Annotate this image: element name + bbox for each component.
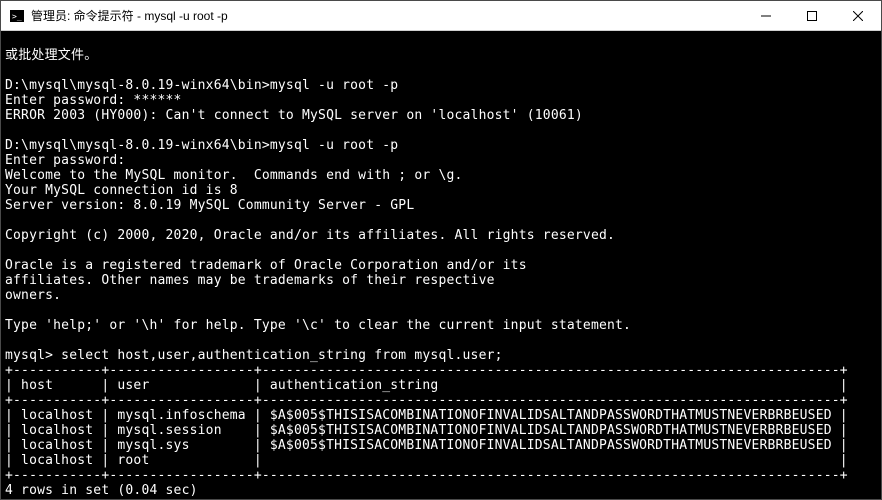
output-line: affiliates. Other names may be trademark… bbox=[5, 273, 495, 288]
output-line: Enter password: ****** bbox=[5, 93, 182, 108]
output-line: Enter password: bbox=[5, 153, 125, 168]
table-border: +-----------+------------------+--------… bbox=[5, 468, 848, 483]
table-row: | localhost | mysql.session | $A$005$THI… bbox=[5, 423, 848, 438]
cmd-window: >_ 管理员: 命令提示符 - mysql -u root -p 或批处理文件。… bbox=[0, 0, 882, 500]
rows-summary: 4 rows in set (0.04 sec) bbox=[5, 483, 198, 498]
output-line: Server version: 8.0.19 MySQL Community S… bbox=[5, 198, 414, 213]
table-border: +-----------+------------------+--------… bbox=[5, 393, 848, 408]
window-title: 管理员: 命令提示符 - mysql -u root -p bbox=[31, 7, 228, 24]
output-line: ERROR 2003 (HY000): Can't connect to MyS… bbox=[5, 108, 583, 123]
close-button[interactable] bbox=[835, 1, 881, 31]
query-line: mysql> select host,user,authentication_s… bbox=[5, 348, 503, 363]
table-border: +-----------+------------------+--------… bbox=[5, 363, 848, 378]
output-line: D:\mysql\mysql-8.0.19-winx64\bin>mysql -… bbox=[5, 138, 398, 153]
output-line: Welcome to the MySQL monitor. Commands e… bbox=[5, 168, 463, 183]
table-row: | localhost | mysql.infoschema | $A$005$… bbox=[5, 408, 848, 423]
table-header: | host | user | authentication_string | bbox=[5, 378, 848, 393]
terminal-output[interactable]: 或批处理文件。 D:\mysql\mysql-8.0.19-winx64\bin… bbox=[1, 31, 881, 499]
svg-text:>_: >_ bbox=[12, 12, 22, 21]
maximize-button[interactable] bbox=[789, 1, 835, 31]
cmd-icon: >_ bbox=[9, 8, 25, 24]
titlebar[interactable]: >_ 管理员: 命令提示符 - mysql -u root -p bbox=[1, 1, 881, 31]
table-row: | localhost | root | | bbox=[5, 453, 848, 468]
minimize-button[interactable] bbox=[743, 1, 789, 31]
output-line: Oracle is a registered trademark of Orac… bbox=[5, 258, 527, 273]
output-line: 或批处理文件。 bbox=[5, 48, 97, 63]
output-line: D:\mysql\mysql-8.0.19-winx64\bin>mysql -… bbox=[5, 78, 398, 93]
output-line: owners. bbox=[5, 288, 61, 303]
output-line: Copyright (c) 2000, 2020, Oracle and/or … bbox=[5, 228, 615, 243]
table-row: | localhost | mysql.sys | $A$005$THISISA… bbox=[5, 438, 848, 453]
output-line: Your MySQL connection id is 8 bbox=[5, 183, 238, 198]
output-line: Type 'help;' or '\h' for help. Type '\c'… bbox=[5, 318, 631, 333]
